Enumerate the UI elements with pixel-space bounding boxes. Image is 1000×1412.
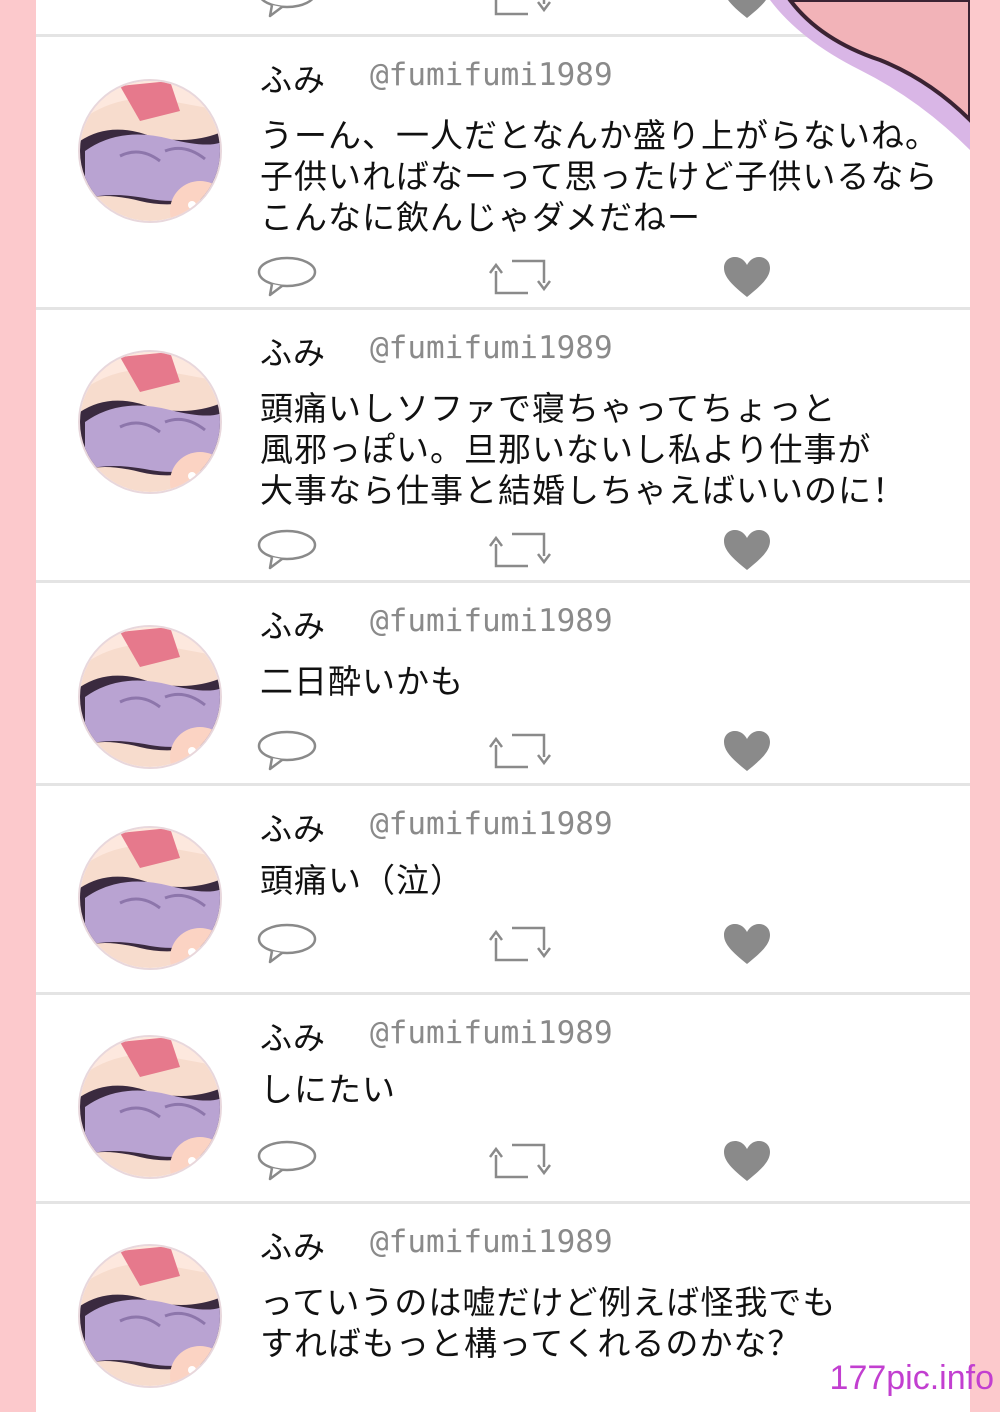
tweet-author-name[interactable]: ふみ xyxy=(260,601,326,647)
retweet-icon[interactable] xyxy=(488,528,552,572)
tweet[interactable]: ふみ @fumifumi1989 うーん、一人だとなんか盛り上がらないね。 子供… xyxy=(36,37,970,310)
tweet-text: うーん、一人だとなんか盛り上がらないね。 子供いればなーって思ったけど子供いるな… xyxy=(260,116,940,237)
avatar[interactable] xyxy=(78,1244,222,1388)
like-icon[interactable] xyxy=(722,0,772,20)
tweet-author-handle[interactable]: @fumifumi1989 xyxy=(370,1015,613,1051)
like-icon[interactable] xyxy=(722,922,772,966)
reply-icon[interactable] xyxy=(256,922,318,966)
tweet-actions xyxy=(36,255,970,299)
avatar-image xyxy=(80,1246,220,1386)
tweet-author-handle[interactable]: @fumifumi1989 xyxy=(370,330,613,366)
tweet-author-handle[interactable]: @fumifumi1989 xyxy=(370,57,613,93)
retweet-icon[interactable] xyxy=(488,255,552,299)
tweet-actions xyxy=(36,729,970,773)
tweet-author-name[interactable]: ふみ xyxy=(260,1222,326,1268)
tweet-author-name[interactable]: ふみ xyxy=(260,328,326,374)
tweet-author-name[interactable]: ふみ xyxy=(260,804,326,850)
tweet-author-handle[interactable]: @fumifumi1989 xyxy=(370,1224,613,1260)
tweet-actions xyxy=(36,922,970,966)
tweet-author-name[interactable]: ふみ xyxy=(260,55,326,101)
tweet-text: 頭痛いしソファで寝ちゃってちょっと 風邪っぽい。旦那いないし私より仕事が 大事な… xyxy=(260,389,906,510)
tweet-text: 二日酔いかも xyxy=(260,662,464,701)
reply-icon[interactable] xyxy=(256,0,318,20)
tweet[interactable]: ふみ @fumifumi1989 頭痛いしソファで寝ちゃってちょっと 風邪っぽい… xyxy=(36,310,970,583)
retweet-icon[interactable] xyxy=(488,1139,552,1183)
like-icon[interactable] xyxy=(722,255,772,299)
previous-tweet-actions xyxy=(36,0,970,20)
tweet-author-name[interactable]: ふみ xyxy=(260,1013,326,1059)
watermark: 177pic.info xyxy=(829,1359,994,1397)
reply-icon[interactable] xyxy=(256,255,318,299)
reply-icon[interactable] xyxy=(256,528,318,572)
avatar[interactable] xyxy=(78,350,222,494)
retweet-icon[interactable] xyxy=(488,922,552,966)
like-icon[interactable] xyxy=(722,528,772,572)
tweet-actions xyxy=(36,528,970,572)
tweet-text: しにたい xyxy=(260,1070,396,1109)
tweet-author-handle[interactable]: @fumifumi1989 xyxy=(370,603,613,639)
avatar[interactable] xyxy=(78,79,222,223)
avatar-image xyxy=(80,352,220,492)
tweet-text: 頭痛い（泣） xyxy=(260,861,464,900)
tweet[interactable]: ふみ @fumifumi1989 二日酔いかも xyxy=(36,583,970,786)
tweet-author-handle[interactable]: @fumifumi1989 xyxy=(370,806,613,842)
avatar-image xyxy=(80,81,220,221)
tweet-feed: ふみ @fumifumi1989 うーん、一人だとなんか盛り上がらないね。 子供… xyxy=(36,0,970,1412)
reply-icon[interactable] xyxy=(256,1139,318,1183)
tweet-text: っていうのは嘘だけど例えば怪我でも すればもっと構ってくれるのかな？ xyxy=(260,1283,837,1363)
tweet[interactable]: ふみ @fumifumi1989 頭痛い（泣） xyxy=(36,786,970,995)
like-icon[interactable] xyxy=(722,729,772,773)
retweet-icon[interactable] xyxy=(488,729,552,773)
tweet-actions xyxy=(36,1139,970,1183)
retweet-icon[interactable] xyxy=(488,0,552,20)
reply-icon[interactable] xyxy=(256,729,318,773)
like-icon[interactable] xyxy=(722,1139,772,1183)
tweet[interactable]: ふみ @fumifumi1989 しにたい xyxy=(36,995,970,1204)
